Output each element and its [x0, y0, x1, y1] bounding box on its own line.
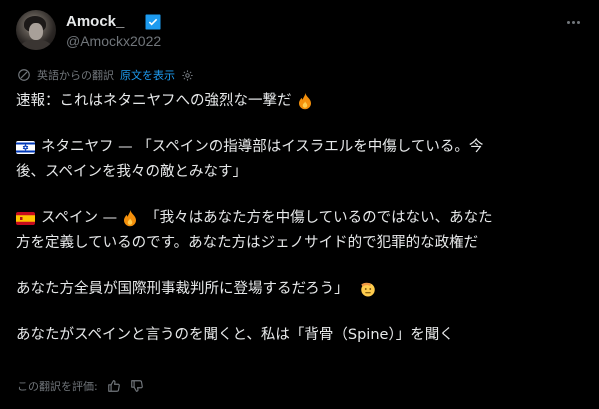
spain-quote: 「我々はあなた方を中傷しているのではない、あなた [145, 210, 493, 226]
rate-translation: この翻訳を評価: [17, 377, 144, 395]
more-dot [576, 20, 580, 24]
netanyahu-quote: ネタニヤフ — 「スペインの指導部はイスラエルを中傷している。今 [41, 139, 484, 155]
avatar[interactable] [16, 10, 56, 50]
avatar-face [29, 23, 43, 40]
fire-emoji-icon [298, 92, 311, 110]
avatar-body [21, 40, 51, 50]
spain-flag-icon [16, 211, 35, 225]
more-options-icon[interactable] [563, 14, 583, 30]
translation-source-label: 英語からの翻訳 [37, 69, 114, 82]
netanyahu-quote-cont: 後、スペインを我々の敵とみなす」 [16, 164, 247, 180]
icc-text: あなた方全員が国際刑事裁判所に登場するだろう」 [16, 281, 349, 297]
tweet-line-icc: あなた方全員が国際刑事裁判所に登場するだろう」 [16, 279, 583, 299]
tweet-line-spain: スペイン — 「我々はあなた方を中傷しているのではない、あなた [16, 208, 583, 228]
tweet-line-netanyahu-cont: 後、スペインを我々の敵とみなす」 [16, 162, 583, 182]
spain-quote-cont: 方を定義しているのです。あなた方はジェノサイド的で犯罪的な政権だ [16, 235, 479, 251]
tweet-line-breaking: 速報：これはネタニヤフへの強烈な一撃だ [16, 91, 583, 111]
spine-text: あなたがスペインと言うのを聞くと、私は「背骨（Spine）」を聞く [16, 327, 454, 343]
display-name[interactable]: Amock_ [66, 13, 124, 30]
thumbs-down-icon[interactable] [130, 379, 144, 393]
breaking-text: 速報：これはネタニヤフへの強烈な一撃だ [16, 93, 292, 109]
tweet-line-netanyahu: ネタニヤフ — 「スペインの指導部はイスラエルを中傷している。今 [16, 137, 583, 157]
rate-translation-label: この翻訳を評価: [17, 380, 98, 393]
translate-globe-icon [18, 69, 30, 81]
gear-icon[interactable] [181, 69, 194, 82]
show-original-link[interactable]: 原文を表示 [120, 67, 175, 83]
fire-emoji-icon [124, 209, 137, 227]
tweet-text: 速報：これはネタニヤフへの強烈な一撃だ ネタニヤフ — 「スペインの指導部はイス… [16, 91, 583, 345]
translation-notice: 英語からの翻訳 原文を表示 [17, 67, 194, 83]
tweet-line-spine: あなたがスペインと言うのを聞くと、私は「背骨（Spine）」を聞く [16, 325, 583, 345]
spain-label: スペイン — [41, 210, 118, 226]
tweet-line-spain-cont: 方を定義しているのです。あなた方はジェノサイド的で犯罪的な政権だ [16, 233, 583, 253]
tweet-header: Amock_ @Amockx2022 [16, 10, 583, 52]
more-dot [571, 20, 575, 24]
saluting-face-emoji-icon [360, 282, 375, 297]
verified-badge-icon [145, 14, 161, 30]
israel-flag-icon [16, 140, 35, 154]
user-handle[interactable]: @Amockx2022 [66, 33, 161, 49]
thumbs-up-icon[interactable] [107, 379, 121, 393]
more-dot [566, 20, 570, 24]
